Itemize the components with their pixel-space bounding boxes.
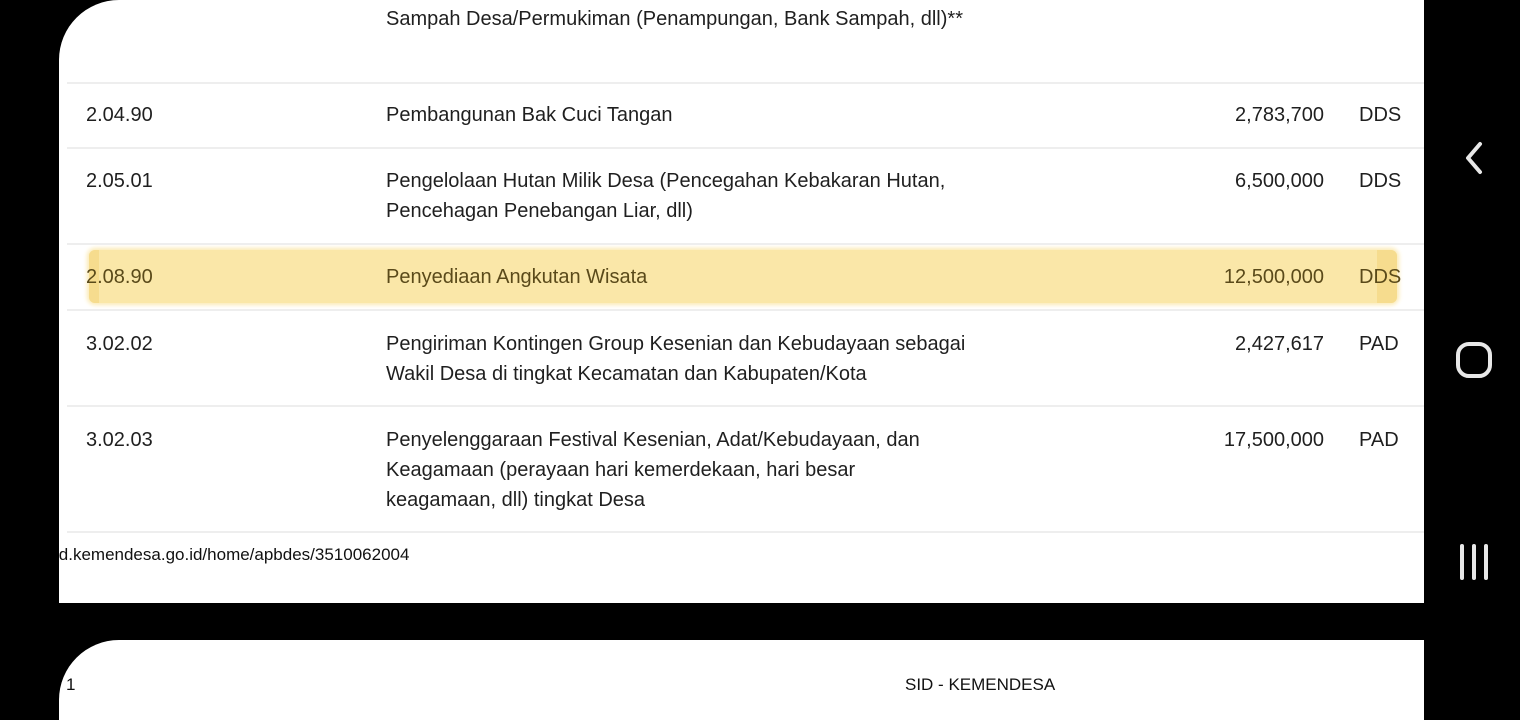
table-row: 3.02.02 Pengiriman Kontingen Group Kesen… bbox=[67, 311, 1424, 407]
row-source: DDS bbox=[1359, 170, 1402, 192]
row-code: 2.08.90 bbox=[86, 266, 153, 288]
row-source: DDS bbox=[1359, 104, 1402, 126]
row-code: 2.04.90 bbox=[86, 104, 153, 126]
back-button[interactable] bbox=[1424, 128, 1520, 188]
document-page: Sampah Desa/Permukiman (Penampungan, Ban… bbox=[59, 0, 1424, 603]
row-amount: 2,427,617 bbox=[1235, 333, 1324, 355]
home-button[interactable] bbox=[1424, 330, 1520, 390]
row-source: PAD bbox=[1359, 429, 1399, 451]
table-row: 2.05.01 Pengelolaan Hutan Milik Desa (Pe… bbox=[67, 149, 1424, 245]
table-row: 2.04.90 Pembangunan Bak Cuci Tangan 2,78… bbox=[67, 84, 1424, 149]
row-amount: 12,500,000 bbox=[1223, 266, 1324, 288]
table-row-highlighted: 2.08.90 Penyediaan Angkutan Wisata 12,50… bbox=[67, 245, 1424, 311]
row-description: Sampah Desa/Permukiman (Penampungan, Ban… bbox=[386, 8, 963, 30]
row-amount: 2,783,700 bbox=[1235, 104, 1324, 126]
recents-icon bbox=[1460, 544, 1488, 580]
next-document-page: 1 SID - KEMENDESA bbox=[59, 640, 1424, 720]
navigation-bar bbox=[1424, 0, 1520, 720]
row-amount: 6,500,000 bbox=[1235, 170, 1324, 192]
table-row: 3.02.03 Penyelenggaraan Festival Kesenia… bbox=[67, 407, 1424, 533]
row-code: 3.02.03 bbox=[86, 429, 153, 451]
row-source: PAD bbox=[1359, 333, 1399, 355]
row-description: Pengelolaan Hutan Milik Desa (Pencegahan… bbox=[386, 170, 946, 222]
page-footer-title: SID - KEMENDESA bbox=[905, 675, 1056, 694]
row-description: Penyelenggaraan Festival Kesenian, Adat/… bbox=[386, 429, 920, 511]
recents-button[interactable] bbox=[1424, 532, 1520, 592]
home-icon bbox=[1456, 342, 1492, 378]
row-code: 3.02.02 bbox=[86, 333, 153, 355]
back-icon bbox=[1466, 142, 1482, 174]
row-code: 2.05.01 bbox=[86, 170, 153, 192]
row-description: Pembangunan Bak Cuci Tangan bbox=[386, 104, 673, 126]
row-source: DDS bbox=[1359, 266, 1402, 288]
page-number: 1 bbox=[66, 675, 76, 694]
page-url: id.kemendesa.go.id/home/apbdes/351006200… bbox=[59, 545, 410, 564]
row-amount: 17,500,000 bbox=[1223, 429, 1324, 451]
table-row: Sampah Desa/Permukiman (Penampungan, Ban… bbox=[67, 0, 1424, 84]
row-description: Penyediaan Angkutan Wisata bbox=[386, 266, 648, 288]
row-description: Pengiriman Kontingen Group Kesenian dan … bbox=[386, 333, 966, 385]
